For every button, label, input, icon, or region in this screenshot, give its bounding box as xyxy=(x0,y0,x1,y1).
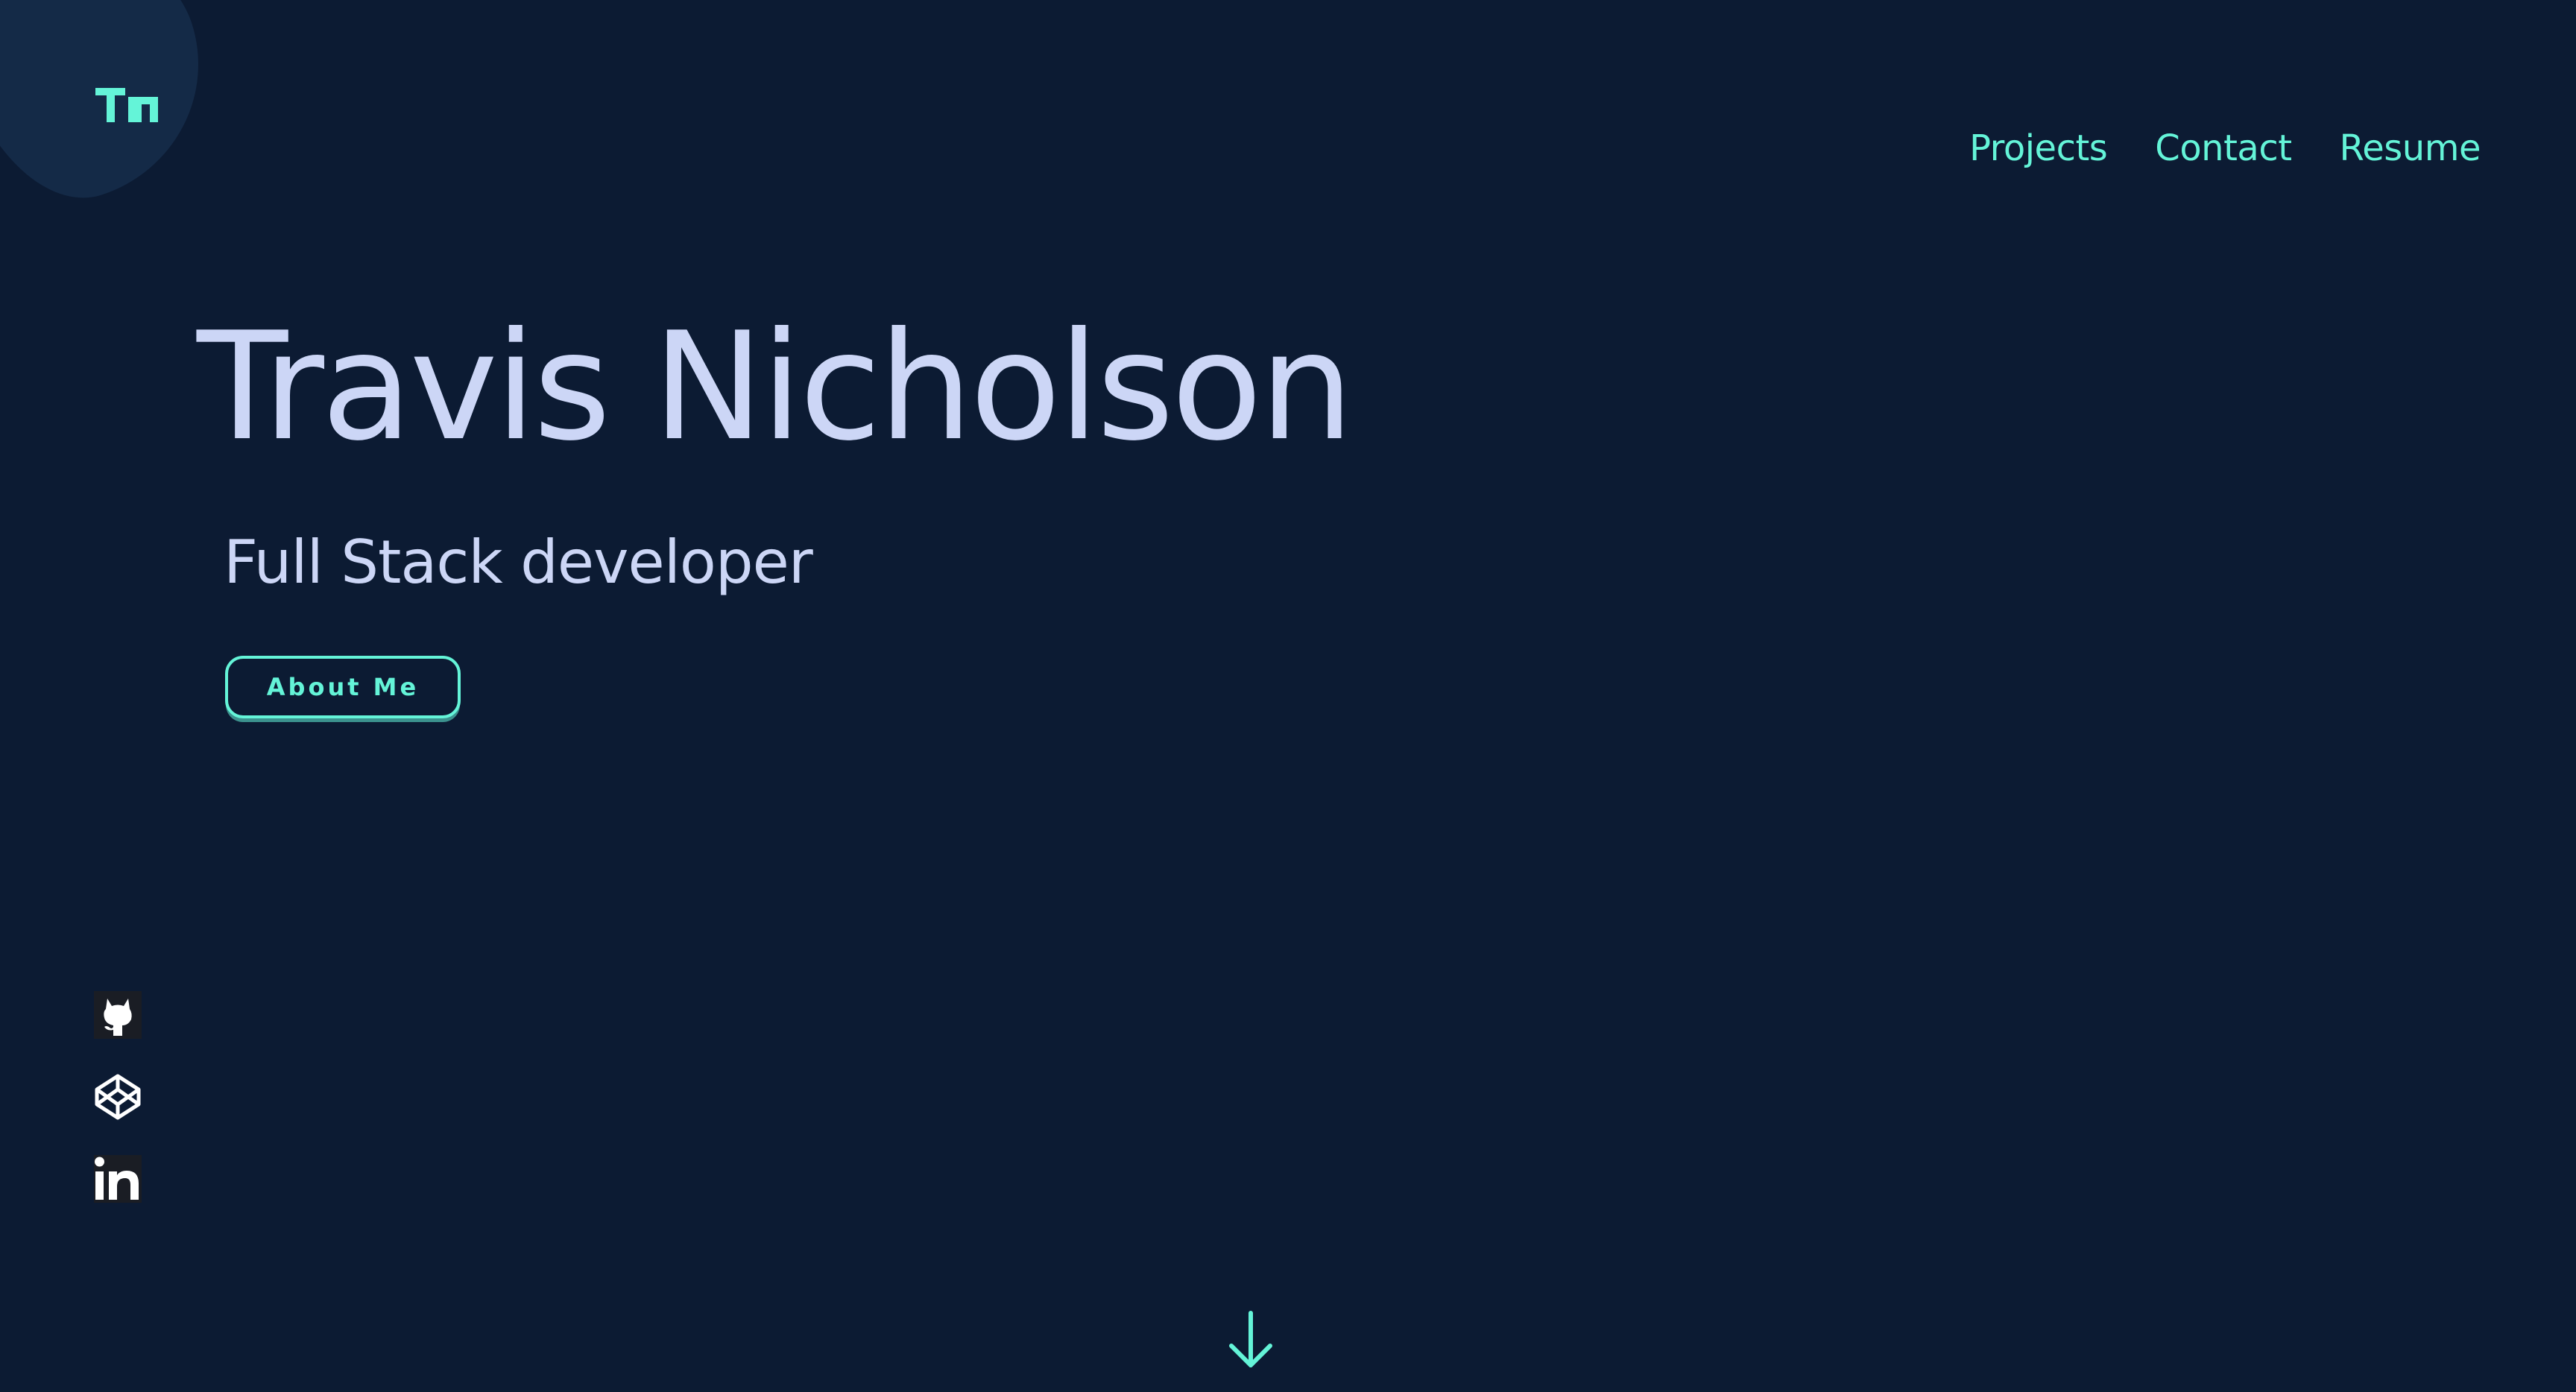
nav-link-resume[interactable]: Resume xyxy=(2340,122,2481,174)
hero-role: Full Stack developer xyxy=(224,528,813,597)
tn-monogram-icon[interactable] xyxy=(95,83,161,125)
hero-name: Travis Nicholson xyxy=(197,300,1354,474)
arrow-down-icon[interactable] xyxy=(1227,1309,1275,1371)
nav-link-projects[interactable]: Projects xyxy=(1969,122,2108,174)
nav-link-contact[interactable]: Contact xyxy=(2155,122,2292,174)
linkedin-icon[interactable] xyxy=(94,1155,142,1203)
github-icon[interactable] xyxy=(94,991,142,1039)
page: Projects Contact Resume Travis Nicholson… xyxy=(0,0,2576,1392)
top-nav: Projects Contact Resume xyxy=(1969,122,2481,174)
social-links xyxy=(94,991,142,1203)
about-me-button[interactable]: About Me xyxy=(225,656,461,718)
codepen-icon[interactable] xyxy=(94,1073,142,1121)
